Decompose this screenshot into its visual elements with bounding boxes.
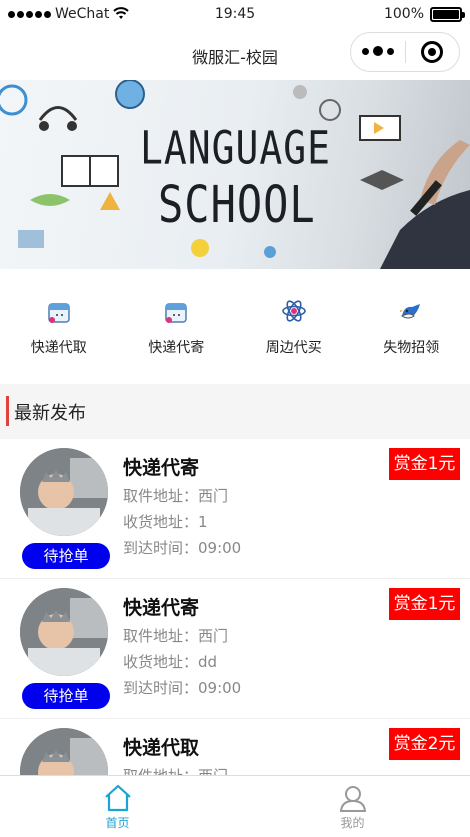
category-lost-and-found[interactable]: 失物招领 [353,269,470,384]
atom-icon [280,297,308,325]
battery-icon [430,6,465,22]
category-express-send[interactable]: 快递代寄 [118,269,236,384]
order-title: 快递代寄 [123,457,200,479]
home-icon [104,784,131,812]
category-nearby-purchase[interactable]: 周边代买 [235,269,353,384]
category-label: 失物招领 [383,340,440,356]
parcel-icon [162,297,190,325]
section-title: 最新发布 [14,403,86,424]
close-miniprogram-icon[interactable] [406,41,460,63]
avatar [20,448,108,536]
latest-section-header: 最新发布 [0,384,470,439]
pickup-address: 取件地址：西门 [123,627,229,645]
order-title: 快递代取 [123,737,200,759]
tab-label: 我的 [340,816,365,830]
category-grid: 快递代取 快递代寄 周边代买 失物招领 [0,269,470,384]
delivery-address: 收货地址：1 [123,513,208,531]
order-list: 待抢单 快递代寄 取件地址：西门 收货地址：1 到达时间：09:00 赏金1元 … [0,439,470,775]
miniprogram-capsule [350,32,460,72]
reward-badge: 赏金2元 [389,728,460,760]
grab-order-button[interactable]: 待抢单 [22,683,110,709]
navigation-bar: 微服汇-校园 [0,30,470,80]
status-bar: WeChat 19:45 100% [0,0,470,30]
category-label: 快递代寄 [148,340,205,356]
user-icon [339,786,366,812]
reward-badge: 赏金1元 [389,448,460,480]
banner-text-line2: SCHOOL [158,175,316,234]
bird-icon [397,297,425,325]
delivery-address: 收货地址：dd [123,653,218,671]
category-label: 快递代取 [30,340,87,356]
tab-home[interactable]: 首页 [0,776,235,837]
arrival-time: 到达时间：09:00 [123,679,242,697]
banner-text-line1: LANGUAGE [140,121,332,175]
arrival-time: 到达时间：09:00 [123,539,242,557]
list-item[interactable]: 待抢单 快递代寄 取件地址：西门 收货地址：1 到达时间：09:00 赏金1元 [0,439,470,579]
banner-image[interactable]: LANGUAGE SCHOOL [0,80,470,269]
pickup-address: 取件地址：西门 [123,487,229,505]
tab-label: 首页 [105,816,130,830]
avatar [20,588,108,676]
more-icon[interactable] [351,46,405,57]
order-title: 快递代寄 [123,597,200,619]
section-accent-bar [6,396,9,426]
pickup-address: 取件地址：西门 [123,765,228,775]
status-right: 100% [383,6,465,22]
reward-badge: 赏金1元 [389,588,460,620]
battery-percent: 100% [383,6,424,22]
grab-order-button[interactable]: 待抢单 [22,543,110,569]
category-express-pickup[interactable]: 快递代取 [0,269,118,384]
parcel-icon [45,297,73,325]
list-item[interactable]: 待抢单 快递代寄 取件地址：西门 收货地址：dd 到达时间：09:00 赏金1元 [0,579,470,719]
list-item[interactable]: 快递代取 取件地址：西门 赏金2元 [0,719,470,775]
category-label: 周边代买 [265,340,322,356]
avatar [20,728,108,775]
tab-bar: 首页 我的 [0,775,470,837]
tab-mine[interactable]: 我的 [235,776,470,837]
